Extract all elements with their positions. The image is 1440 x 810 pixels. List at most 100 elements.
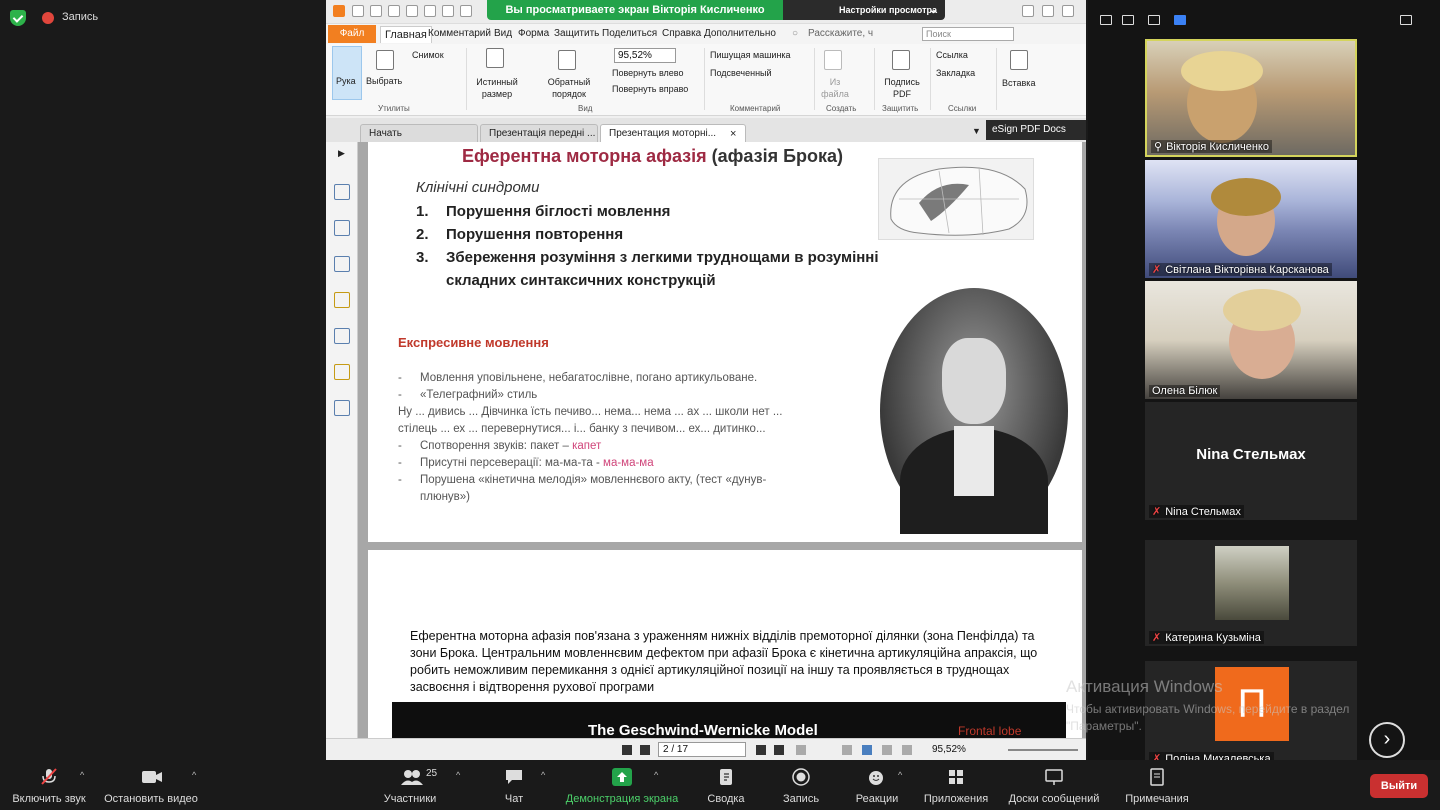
snapshot-button[interactable]: Снимок	[412, 50, 444, 60]
insert-icon[interactable]	[1010, 50, 1028, 70]
menu-comment[interactable]: Комментарий	[428, 28, 491, 39]
document-view[interactable]: Еферентна моторна афазія (афазія Брока) …	[358, 142, 1086, 738]
open-icon[interactable]	[352, 5, 364, 17]
actual-size-label[interactable]: Истинный размер	[474, 76, 520, 100]
status-zoom[interactable]: 95,52%	[932, 744, 966, 755]
next-page-icon[interactable]	[756, 745, 766, 755]
comments-panel-icon[interactable]	[334, 292, 350, 308]
from-file-label[interactable]: Из файла	[820, 76, 850, 100]
select-label[interactable]: Выбрать	[366, 76, 402, 86]
signature-panel-icon[interactable]	[334, 400, 350, 416]
participant-tile[interactable]: ✗ Світлана Вікторівна Карсканова	[1145, 160, 1357, 278]
esign-button[interactable]: eSign PDF Docs	[986, 120, 1086, 140]
participant-tile[interactable]: Олена Білюк	[1145, 281, 1357, 399]
page-number-input[interactable]: 2 / 17	[658, 742, 746, 757]
audio-options-caret[interactable]: ^	[80, 770, 84, 780]
view-options-button[interactable]: Настройки просмотра ⌄	[783, 0, 945, 20]
share-screen-button[interactable]: Демонстрация экрана	[560, 760, 684, 810]
participant-tile[interactable]: Nina Стельмах ✗ Nina Стельмах	[1145, 402, 1357, 520]
layers-panel-icon[interactable]	[334, 256, 350, 272]
first-page-icon[interactable]	[622, 745, 632, 755]
unmute-button[interactable]: Включить звук	[6, 760, 92, 810]
tab-start[interactable]: Начать	[360, 124, 478, 142]
hand-icon[interactable]	[424, 5, 436, 17]
summary-button[interactable]: Сводка	[700, 760, 752, 810]
reactions-caret[interactable]: ^	[898, 770, 902, 780]
chat-caret[interactable]: ^	[541, 770, 545, 780]
minimize-icon[interactable]	[1022, 5, 1034, 17]
insert-label[interactable]: Вставка	[1002, 78, 1035, 88]
hand-tool-button[interactable]	[332, 46, 362, 100]
leave-button[interactable]: Выйти	[1370, 774, 1428, 798]
participant-tile[interactable]: ⚲ Вікторія Кисличенко	[1145, 39, 1357, 157]
maximize-icon[interactable]	[1042, 5, 1054, 17]
rotate-right-button[interactable]: Повернуть вправо	[612, 84, 688, 94]
share-caret[interactable]: ^	[654, 770, 658, 780]
sign-pdf-icon[interactable]	[892, 50, 910, 70]
record-button[interactable]: Запись	[774, 760, 828, 810]
menu-view[interactable]: Вид	[494, 28, 512, 39]
save-icon[interactable]	[370, 5, 382, 17]
tab-presentation-1[interactable]: Презентація передні ...	[480, 124, 598, 142]
stop-video-button[interactable]: Остановить видео	[100, 760, 202, 810]
facing-page-icon[interactable]	[882, 745, 892, 755]
menu-home[interactable]: Главная	[380, 26, 432, 43]
menu-protect[interactable]: Защитить	[554, 28, 599, 39]
expand-panel-icon[interactable]: ▶	[338, 148, 345, 159]
tab-presentation-2[interactable]: Презентация моторні...	[600, 124, 746, 142]
menu-share[interactable]: Поделиться	[602, 28, 657, 39]
apps-button[interactable]: Приложения	[918, 760, 994, 810]
shield-icon[interactable]	[10, 10, 26, 26]
participant-tile[interactable]: ✗ Катерина Кузьміна	[1145, 540, 1357, 646]
select-icon[interactable]	[376, 50, 394, 70]
actual-size-icon[interactable]	[486, 48, 504, 68]
copy-icon[interactable]	[796, 745, 806, 755]
sign-pdf-label[interactable]: Подпись PDF	[882, 76, 922, 100]
reverse-order-icon[interactable]	[558, 50, 576, 70]
notes-button[interactable]: Примечания	[1118, 760, 1196, 810]
pages-panel-icon[interactable]	[334, 220, 350, 236]
continuous-page-icon[interactable]	[862, 745, 872, 755]
menu-help[interactable]: Справка	[662, 28, 701, 39]
minimize-panel-icon[interactable]	[1100, 15, 1112, 25]
single-page-icon[interactable]	[842, 745, 852, 755]
gallery-view-icon[interactable]	[1122, 15, 1134, 25]
print-icon[interactable]	[388, 5, 400, 17]
tabs-dropdown-icon[interactable]: ▼	[972, 126, 981, 136]
prev-page-icon[interactable]	[640, 745, 650, 755]
participants-button[interactable]: Участники	[370, 760, 450, 810]
attachments-panel-icon[interactable]	[334, 328, 350, 344]
close-icon[interactable]	[1062, 5, 1074, 17]
reverse-order-label[interactable]: Обратный порядок	[544, 76, 594, 100]
menu-file[interactable]: Файл	[328, 25, 376, 43]
video-options-caret[interactable]: ^	[192, 770, 196, 780]
menu-form[interactable]: Форма	[518, 28, 549, 39]
link-button[interactable]: Ссылка	[936, 50, 968, 60]
search-input[interactable]: Поиск	[922, 27, 1014, 41]
speaker-view-icon[interactable]	[1148, 15, 1160, 25]
grid-view-icon[interactable]	[1174, 15, 1186, 25]
last-page-icon[interactable]	[774, 745, 784, 755]
from-file-icon[interactable]	[824, 50, 842, 70]
zoom-input[interactable]: 95,52%	[614, 48, 676, 63]
tell-me[interactable]: Расскажите, ч	[808, 28, 873, 39]
menu-more[interactable]: Дополнительно	[704, 28, 776, 39]
zoom-slider[interactable]	[1008, 749, 1078, 751]
typewriter-button[interactable]: Пишущая машинка	[710, 50, 791, 60]
whiteboards-button[interactable]: Доски сообщений	[1002, 760, 1106, 810]
exit-fullscreen-icon[interactable]	[1400, 15, 1412, 25]
close-tab-icon[interactable]: ×	[730, 128, 736, 140]
undo-icon[interactable]	[442, 5, 454, 17]
rotate-left-button[interactable]: Повернуть влево	[612, 68, 683, 78]
reactions-button[interactable]: Реакции	[848, 760, 906, 810]
highlight-button[interactable]: Подсвеченный	[710, 68, 772, 78]
security-panel-icon[interactable]	[334, 364, 350, 380]
redo-icon[interactable]	[460, 5, 472, 17]
bookmarks-panel-icon[interactable]	[334, 184, 350, 200]
whiteboards-label: Доски сообщений	[1008, 793, 1100, 805]
fullscreen-icon[interactable]	[902, 745, 912, 755]
new-icon[interactable]	[406, 5, 418, 17]
chat-button[interactable]: Чат	[494, 760, 534, 810]
bookmark-button[interactable]: Закладка	[936, 68, 975, 78]
participants-caret[interactable]: ^	[456, 770, 460, 780]
